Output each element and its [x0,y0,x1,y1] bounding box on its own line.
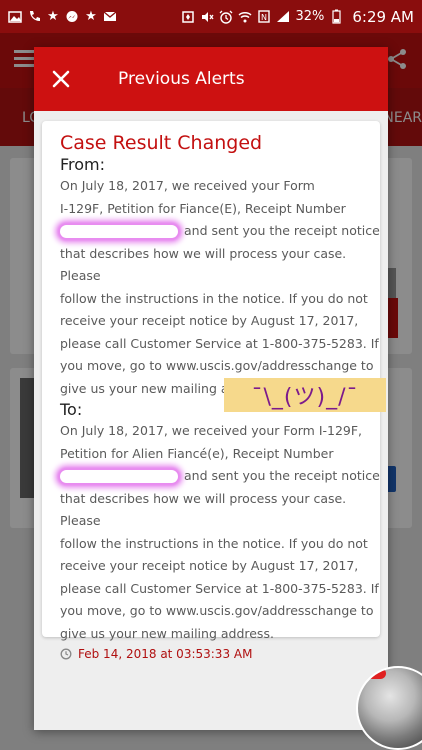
to-line: please call Customer Service at 1-800-37… [60,580,379,596]
to-text: On July 18, 2017, we received your Form … [60,420,380,645]
star-icon: ★ [85,9,97,24]
from-line: and sent you the receipt notice [183,223,380,238]
clock-icon [60,648,72,660]
nfc-icon: N [257,10,271,24]
close-button[interactable] [46,64,76,94]
battery-percent: 32% [295,9,325,24]
to-line-redacted: and sent you the receipt notice [60,465,380,488]
from-line: follow the instructions in the notice. I… [60,290,368,306]
mute-icon [200,10,214,24]
close-icon [52,70,70,88]
star-icon: ★ [47,9,59,24]
from-line: I-129F, Petition for Fiance(E), Receipt … [60,200,346,216]
to-line: and sent you the receipt notice [183,468,380,483]
battery-icon [329,9,343,24]
wifi-icon [238,10,252,24]
dialog-header: Previous Alerts [34,47,388,111]
status-left-icons: ★ ★ [8,10,117,24]
shrug-sticker: ¯\_(ツ)_/¯ [224,378,386,412]
from-line: On July 18, 2017, we received your Form [60,178,315,193]
alert-heading: Case Result Changed [60,132,263,154]
to-line: that describes how we will process your … [60,490,347,529]
alert-timestamp: Feb 14, 2018 at 03:53:33 AM [78,647,253,661]
notification-badge [366,668,386,679]
to-line: follow the instructions in the notice. I… [60,535,368,551]
messenger-icon [65,10,79,24]
from-label: From: [60,155,106,174]
to-line: you move, go to www.uscis.gov/addresscha… [60,603,374,618]
image-icon [8,10,22,24]
status-right-icons: N 32% 6:29 AM [181,8,414,26]
mail-icon [103,10,117,24]
signal-icon [276,10,290,24]
to-line: On July 18, 2017, we received your Form … [60,423,363,438]
redaction-mark [60,225,178,238]
to-line: Petition for Alien Fiancé(e), Receipt Nu… [60,445,334,461]
alarm-icon [219,10,233,24]
from-line: please call Customer Service at 1-800-37… [60,335,379,351]
status-time: 6:29 AM [352,7,414,26]
from-line: that describes how we will process your … [60,245,347,284]
from-line-redacted: and sent you the receipt notice [60,220,380,243]
app-icon [181,10,195,24]
timestamp-row: Feb 14, 2018 at 03:53:33 AM [60,647,380,661]
svg-text:N: N [261,13,267,22]
status-bar: ★ ★ N 32% 6:29 AM [0,0,422,33]
from-line: receive your receipt notice by August 17… [60,313,359,328]
dialog-title: Previous Alerts [118,69,245,89]
from-line: you move, go to www.uscis.gov/addresscha… [60,358,374,373]
redaction-mark [60,470,178,483]
to-line: give us your new mailing address. [60,625,274,641]
from-text: On July 18, 2017, we received your Form … [60,175,380,400]
phone-icon [27,10,41,24]
to-line: receive your receipt notice by August 17… [60,558,359,573]
